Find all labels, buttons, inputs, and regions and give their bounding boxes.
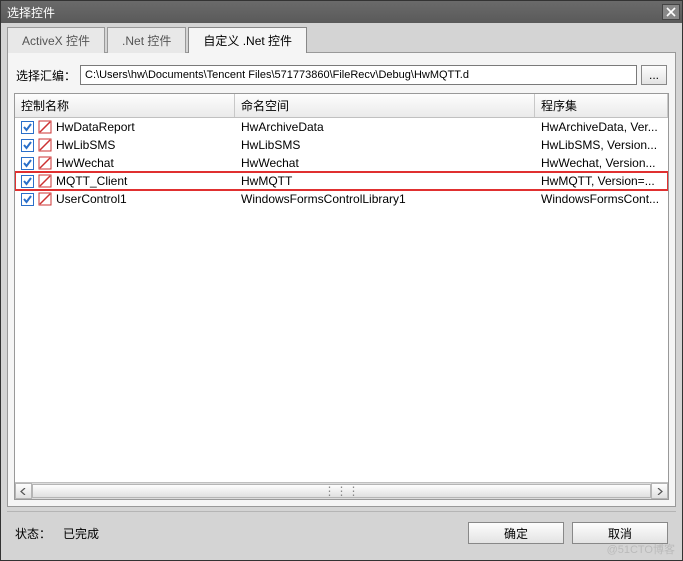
rows-container: HwDataReport HwArchiveDataHwArchiveData, … bbox=[15, 118, 668, 482]
close-icon bbox=[666, 7, 676, 17]
tab-strip: ActiveX 控件 .Net 控件 自定义 .Net 控件 bbox=[7, 27, 676, 53]
control-icon bbox=[38, 138, 52, 152]
col-assembly[interactable]: 程序集 bbox=[535, 94, 668, 117]
row-namespace: HwLibSMS bbox=[235, 138, 535, 152]
control-icon bbox=[38, 192, 52, 206]
status-value: 已完成 bbox=[63, 525, 99, 542]
assembly-path-label: 选择汇编： bbox=[16, 67, 76, 84]
row-name: UserControl1 bbox=[56, 192, 127, 206]
row-checkbox[interactable] bbox=[21, 175, 34, 188]
scroll-track[interactable]: ⋮⋮⋮ bbox=[32, 483, 651, 499]
row-assembly: HwArchiveData, Ver... bbox=[535, 120, 668, 134]
col-namespace[interactable]: 命名空间 bbox=[235, 94, 535, 117]
horizontal-scrollbar[interactable]: ⋮⋮⋮ bbox=[15, 482, 668, 499]
control-icon bbox=[38, 156, 52, 170]
tab-activex[interactable]: ActiveX 控件 bbox=[7, 27, 105, 53]
row-namespace: HwWechat bbox=[235, 156, 535, 170]
browse-button[interactable]: ... bbox=[641, 65, 667, 85]
table-row[interactable]: MQTT_Client HwMQTTHwMQTT, Version=... bbox=[15, 172, 668, 190]
assembly-path-input[interactable] bbox=[80, 65, 637, 85]
ok-button[interactable]: 确定 bbox=[468, 522, 564, 544]
tab-dotnet[interactable]: .Net 控件 bbox=[107, 27, 186, 53]
control-icon bbox=[38, 120, 52, 134]
control-list: 控制名称 命名空间 程序集 HwDataReportHwArchiveDataH… bbox=[14, 93, 669, 500]
window-title: 选择控件 bbox=[7, 4, 55, 21]
row-assembly: WindowsFormsCont... bbox=[535, 192, 668, 206]
col-control-name[interactable]: 控制名称 bbox=[15, 94, 235, 117]
row-checkbox[interactable] bbox=[21, 139, 34, 152]
watermark: @51CTO博客 bbox=[607, 541, 675, 557]
status-area: 状态： 已完成 bbox=[15, 525, 99, 542]
close-button[interactable] bbox=[662, 4, 680, 20]
table-row[interactable]: HwDataReport HwArchiveDataHwArchiveData, … bbox=[15, 118, 668, 136]
row-namespace: HwMQTT bbox=[235, 174, 535, 188]
row-name: HwWechat bbox=[56, 156, 114, 170]
chevron-left-icon bbox=[20, 488, 27, 495]
table-row[interactable]: HwLibSMSHwLibSMSHwLibSMS, Version... bbox=[15, 136, 668, 154]
tab-custom-dotnet[interactable]: 自定义 .Net 控件 bbox=[188, 27, 307, 53]
row-name: MQTT_Client bbox=[56, 174, 127, 188]
table-row[interactable]: UserControl1 WindowsFormsControlLibrary1W… bbox=[15, 190, 668, 208]
dialog-window: 选择控件 ActiveX 控件 .Net 控件 自定义 .Net 控件 选择汇编… bbox=[0, 0, 683, 561]
row-namespace: WindowsFormsControlLibrary1 bbox=[235, 192, 535, 206]
row-assembly: HwLibSMS, Version... bbox=[535, 138, 668, 152]
scroll-thumb[interactable]: ⋮⋮⋮ bbox=[32, 484, 651, 498]
column-headers[interactable]: 控制名称 命名空间 程序集 bbox=[15, 94, 668, 118]
row-assembly: HwWechat, Version... bbox=[535, 156, 668, 170]
control-icon bbox=[38, 174, 52, 188]
footer: 状态： 已完成 确定 取消 bbox=[7, 511, 676, 554]
row-name: HwLibSMS bbox=[56, 138, 115, 152]
table-row[interactable]: HwWechatHwWechatHwWechat, Version... bbox=[15, 154, 668, 172]
assembly-path-row: 选择汇编： ... bbox=[16, 65, 667, 85]
tab-panel: 选择汇编： ... 控制名称 命名空间 程序集 HwDataReport HwAr… bbox=[7, 52, 676, 507]
status-label: 状态： bbox=[15, 525, 51, 542]
row-name: HwDataReport bbox=[56, 120, 135, 134]
row-assembly: HwMQTT, Version=... bbox=[535, 174, 668, 188]
grip-icon: ⋮⋮⋮ bbox=[324, 484, 360, 498]
row-checkbox[interactable] bbox=[21, 157, 34, 170]
dialog-body: ActiveX 控件 .Net 控件 自定义 .Net 控件 选择汇编： ...… bbox=[1, 23, 682, 560]
chevron-right-icon bbox=[656, 488, 663, 495]
scroll-left-button[interactable] bbox=[15, 483, 32, 499]
row-checkbox[interactable] bbox=[21, 121, 34, 134]
scroll-right-button[interactable] bbox=[651, 483, 668, 499]
row-namespace: HwArchiveData bbox=[235, 120, 535, 134]
titlebar[interactable]: 选择控件 bbox=[1, 1, 682, 23]
row-checkbox[interactable] bbox=[21, 193, 34, 206]
